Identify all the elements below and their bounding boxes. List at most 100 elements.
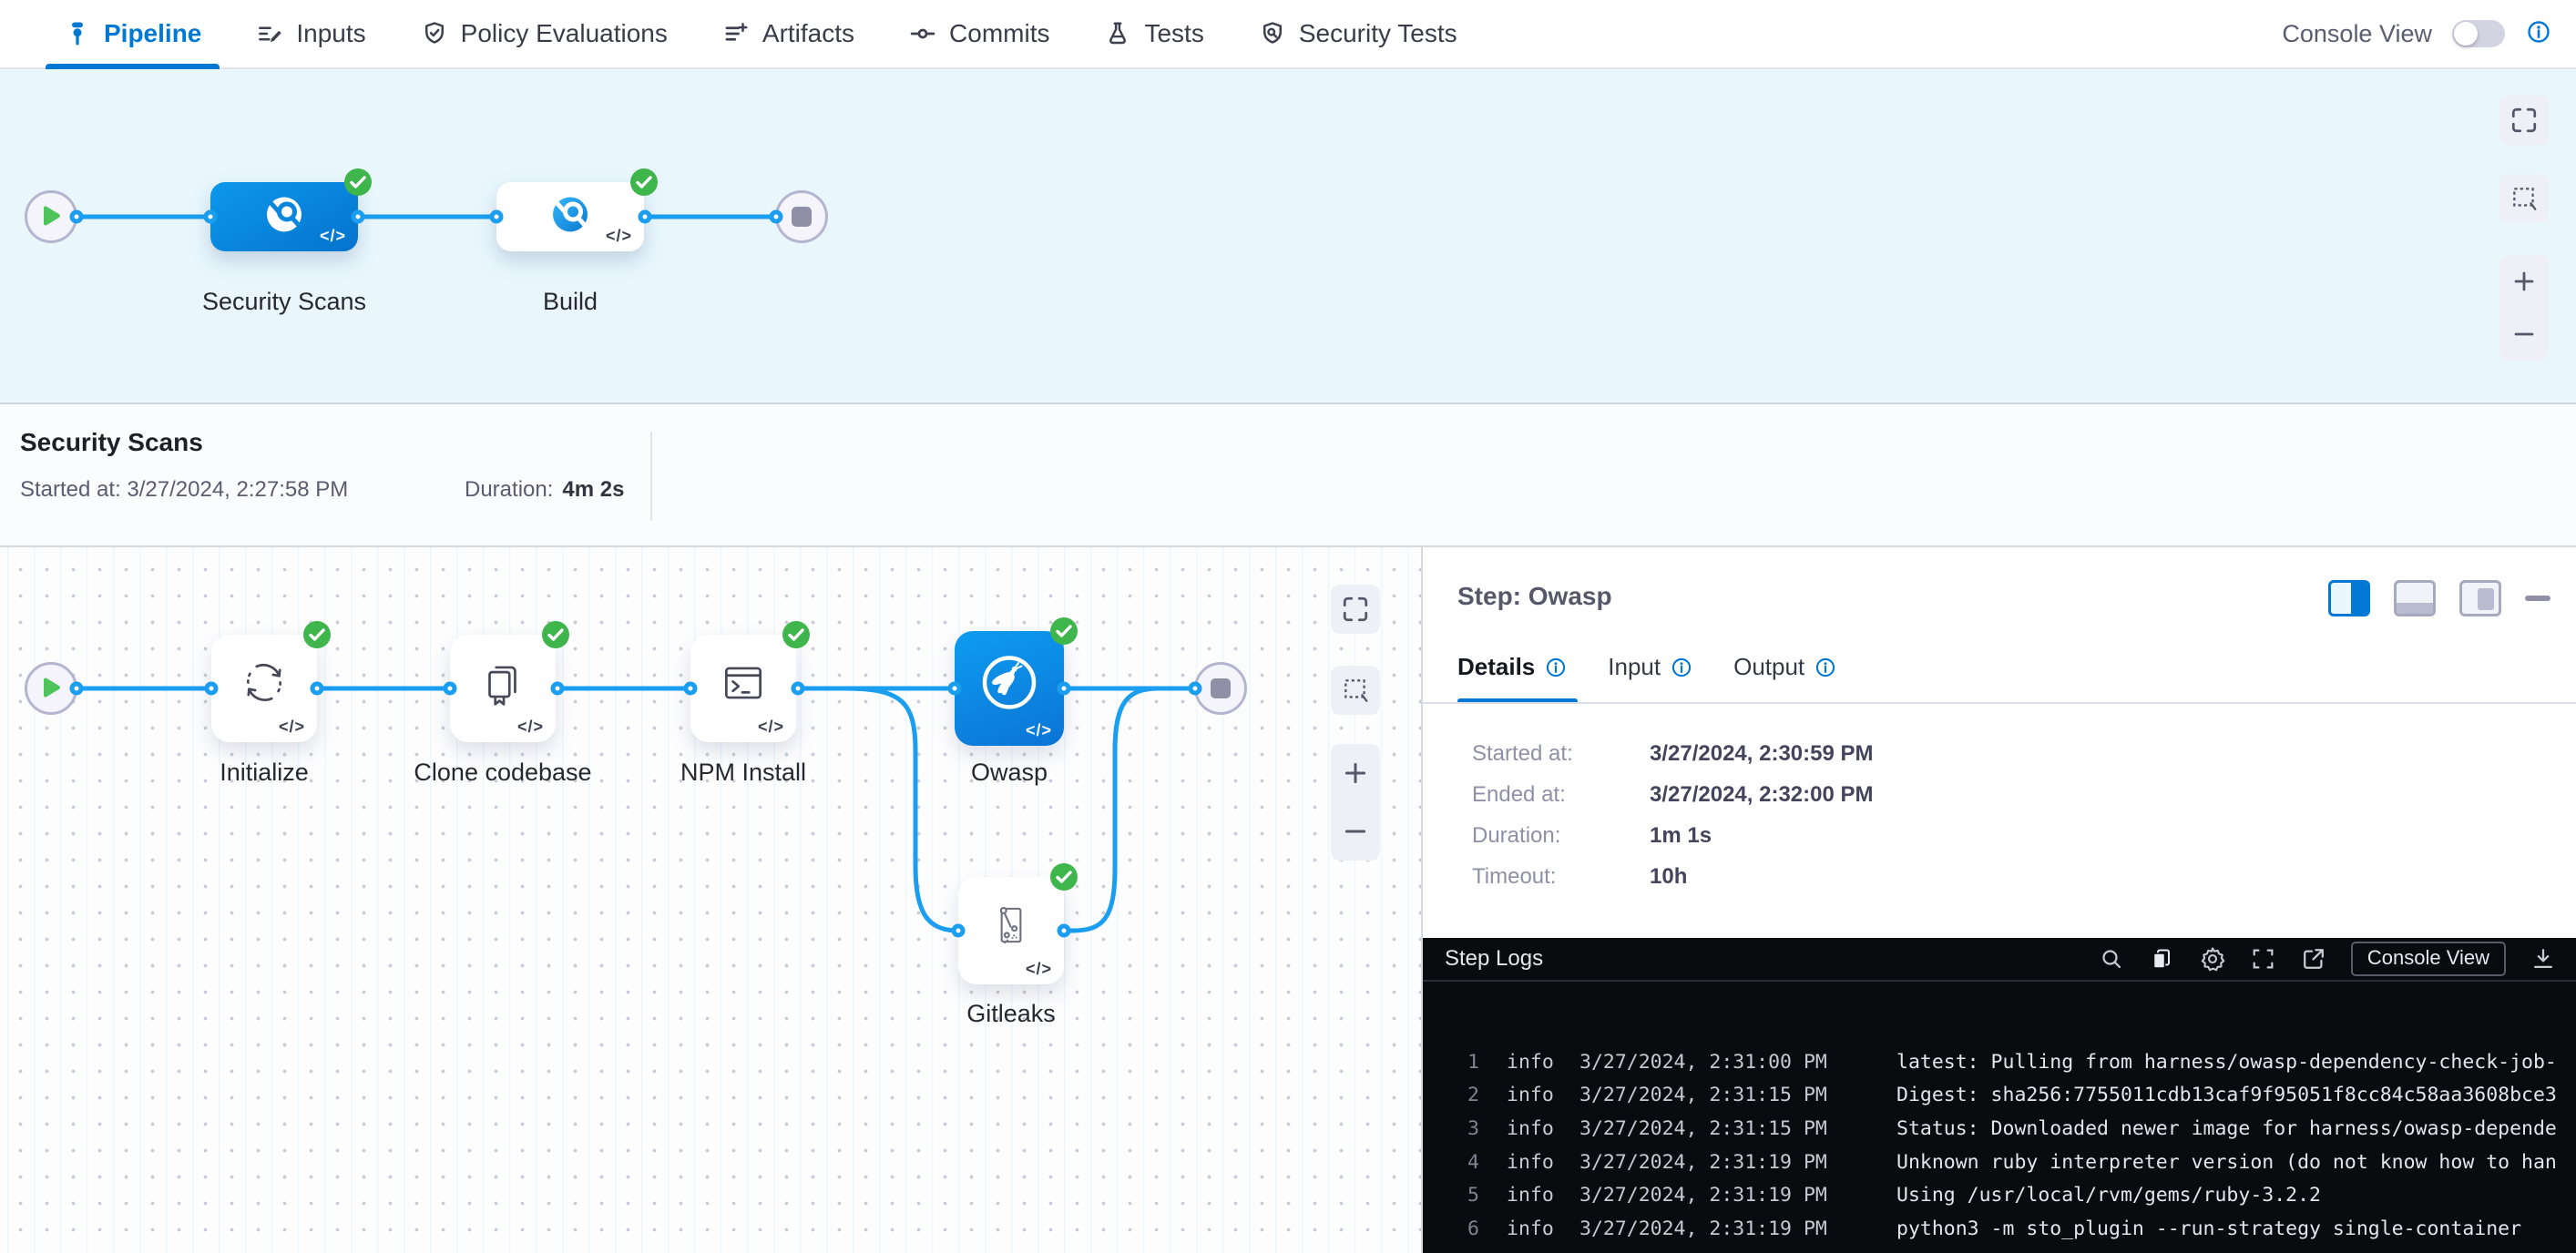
tab-policy-evaluations[interactable]: Policy Evaluations (394, 0, 695, 67)
expand-canvas-button[interactable] (2499, 96, 2549, 145)
play-icon (40, 677, 62, 700)
step-label: NPM Install (625, 759, 862, 787)
tab-security-tests[interactable]: Security Tests (1232, 0, 1485, 67)
info-icon[interactable] (1670, 656, 1693, 679)
tab-commits[interactable]: Commits (882, 0, 1077, 67)
top-nav: Pipeline Inputs Policy Evaluations Artif… (0, 0, 2576, 69)
success-badge (344, 168, 372, 196)
marquee-select-button[interactable] (1331, 666, 1380, 715)
ci-stage-icon (261, 191, 308, 243)
tab-details[interactable]: Details (1457, 653, 1568, 681)
detail-row: Timeout: 10h (1472, 863, 1687, 891)
download-icon[interactable] (2530, 946, 2556, 972)
step-logs-console: Step Logs (1423, 938, 2576, 1253)
port (1189, 682, 1202, 696)
clone-codebase-icon (476, 657, 529, 714)
code-glyph: </> (320, 227, 346, 246)
layout-right-panel-icon[interactable] (2328, 580, 2370, 616)
marquee-select-button[interactable] (2499, 174, 2549, 223)
zoom-controls (2499, 255, 2549, 361)
search-icon[interactable] (2099, 946, 2124, 972)
panel-layout-controls (2328, 580, 2550, 616)
stage-node-build[interactable]: </> (496, 182, 644, 251)
tab-label: Pipeline (104, 19, 201, 48)
step-node-clone-codebase[interactable]: </> (450, 635, 556, 742)
detail-value: 3/27/2024, 2:32:00 PM (1650, 781, 1874, 809)
step-details-panel: Step: Owasp Details Input Output St (1421, 547, 2576, 1253)
step-node-owasp[interactable]: </> (955, 631, 1064, 746)
fullscreen-icon[interactable] (2251, 946, 2276, 972)
tab-pipeline[interactable]: Pipeline (36, 0, 229, 67)
layout-bottom-panel-icon[interactable] (2394, 580, 2436, 616)
log-timestamp: 3/27/2024, 2:31:15 PM (1579, 1117, 1869, 1140)
open-in-new-icon[interactable] (2301, 946, 2326, 972)
port (684, 682, 698, 696)
detail-value: 3/27/2024, 2:30:59 PM (1650, 740, 1874, 768)
log-row: 6 info 3/27/2024, 2:31:19 PM python3 -m … (1423, 1212, 2576, 1246)
step-node-gitleaks[interactable]: </> (958, 877, 1064, 984)
layout-floating-panel-icon[interactable] (2459, 580, 2501, 616)
expand-canvas-button[interactable] (1331, 585, 1380, 634)
inputs-icon (256, 20, 283, 47)
step-graph-canvas[interactable]: </> </> </> (0, 547, 1421, 1253)
step-end-node[interactable] (1194, 662, 1247, 715)
log-line-number: 2 (1423, 1084, 1479, 1106)
stage-node-security-scans[interactable]: </> (210, 182, 358, 251)
step-node-initialize[interactable]: </> (211, 635, 317, 742)
stage-graph-canvas[interactable]: </> </> Security Scans Build (0, 69, 2576, 402)
console-view-button[interactable]: Console View (2351, 942, 2506, 976)
log-line-number: 5 (1423, 1184, 1479, 1207)
zoom-controls (1331, 744, 1380, 861)
stage-wires (0, 69, 2576, 402)
code-glyph: </> (517, 718, 544, 737)
duration-value: 4m 2s (562, 477, 624, 503)
success-badge (630, 168, 658, 196)
settings-gear-icon[interactable] (2199, 945, 2226, 973)
duration-label: Duration: (465, 477, 553, 503)
port (551, 682, 565, 696)
log-message: Digest: sha256:7755011cdb13caf9f95051f8c… (1896, 1084, 2576, 1106)
log-line-number: 4 (1423, 1151, 1479, 1174)
zoom-in-button[interactable] (1331, 744, 1380, 802)
info-icon[interactable] (1814, 656, 1837, 679)
code-glyph: </> (1026, 960, 1052, 979)
detail-label: Duration: (1472, 822, 1650, 850)
port (792, 682, 805, 696)
log-level: info (1507, 1051, 1554, 1074)
gitleaks-icon (985, 899, 1038, 956)
step-logs-title: Step Logs (1445, 946, 1543, 972)
tab-output[interactable]: Output (1733, 653, 1837, 681)
tab-artifacts[interactable]: Artifacts (695, 0, 882, 67)
play-icon (40, 205, 62, 229)
port (70, 210, 84, 224)
artifacts-icon (722, 20, 750, 47)
zoom-in-button[interactable] (2499, 255, 2549, 308)
info-icon[interactable] (2525, 18, 2552, 50)
zoom-out-button[interactable] (2499, 308, 2549, 361)
tab-label: Security Tests (1299, 19, 1457, 48)
tab-tests[interactable]: Tests (1077, 0, 1231, 67)
copy-icon[interactable] (2149, 946, 2174, 972)
port (311, 682, 324, 696)
initialize-icon (238, 657, 291, 714)
log-level: info (1507, 1151, 1554, 1174)
tab-label: Details (1457, 653, 1535, 681)
log-lines[interactable]: 1 info 3/27/2024, 2:31:00 PM latest: Pul… (1423, 982, 2576, 1253)
console-view-toggle[interactable] (2452, 20, 2505, 47)
log-message: Status: Downloaded newer image for harne… (1896, 1117, 2576, 1140)
info-icon[interactable] (1544, 656, 1568, 679)
stage-started-at: Started at: 3/27/2024, 2:27:58 PM (20, 477, 348, 503)
minimize-panel-icon[interactable] (2525, 596, 2550, 601)
step-node-npm-install[interactable]: </> (690, 635, 796, 742)
log-timestamp: 3/27/2024, 2:31:19 PM (1579, 1217, 1869, 1240)
zoom-out-button[interactable] (1331, 802, 1380, 861)
log-timestamp: 3/27/2024, 2:31:15 PM (1579, 1084, 1869, 1106)
tab-input[interactable]: Input (1608, 653, 1693, 681)
log-message: latest: Pulling from harness/owasp-depen… (1896, 1051, 2576, 1074)
port (948, 682, 962, 696)
stage-end-node[interactable] (775, 190, 828, 243)
step-panel-tabs: Details Input Output (1457, 653, 1837, 681)
stage-label: Build (452, 288, 689, 316)
tab-inputs[interactable]: Inputs (229, 0, 393, 67)
success-badge (1050, 617, 1078, 645)
